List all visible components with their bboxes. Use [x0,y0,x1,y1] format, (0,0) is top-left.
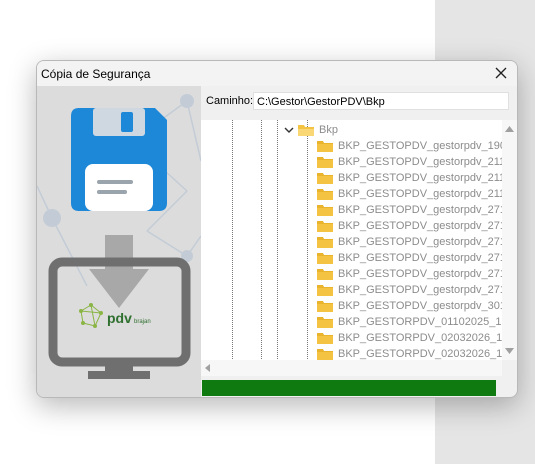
title-bar: Cópia de Segurança [37,61,517,86]
folder-icon [317,188,333,200]
network-node [43,209,61,227]
close-button[interactable] [491,63,511,83]
tree-item[interactable]: BKP_GESTOPDV_gestorpdv_2711 [317,202,511,218]
tree-item[interactable]: BKP_GESTOPDV_gestorpdv_2711 [317,282,511,298]
backup-illustration: pdv brajan [37,94,202,379]
path-field[interactable]: C:\Gestor\GestorPDV\Bkp [253,92,509,110]
logo-subtext: brajan [134,319,151,325]
tree-item-label: BKP_GESTOPDV_gestorpdv_2711 [338,236,512,248]
tree-item[interactable]: BKP_GESTOPDV_gestorpdv_2111 [317,154,510,170]
tree-item[interactable]: BKP_GESTOPDV_gestorpdv_2711 [317,266,511,282]
folder-open-icon [298,124,314,136]
folder-icon [317,140,333,152]
close-icon [495,67,507,79]
tree-item[interactable]: BKP_GESTOPDV_gestorpdv_3010 [317,298,512,314]
path-label: Caminho: [206,95,254,107]
tree-item[interactable]: BKP_GESTOPDV_gestorpdv_1909 [317,138,512,154]
tree-item-label: BKP_GESTOPDV_gestorpdv_2711 [338,252,512,264]
tree-item[interactable]: BKP_GESTOPDV_gestorpdv_2711 [317,250,511,266]
folder-icon [317,220,333,232]
tree-item-label: BKP_GESTOPDV_gestorpdv_2711 [338,268,512,280]
dialog-title: Cópia de Segurança [41,67,151,81]
tree-item-label: BKP_GESTOPDV_gestorpdv_1909 [338,140,513,152]
tree-item-label: BKP_GESTORPDV_02032026_103 [338,332,515,344]
pdv-logo: pdv brajan [79,303,151,328]
tree-item[interactable]: BKP_GESTORPDV_01102025_153 [317,314,514,330]
tree-item-label: BKP_GESTOPDV_gestorpdv_2111 [338,156,511,168]
tree-item[interactable]: BKP_GESTORPDV_02032026_145 [317,346,515,360]
floppy-disk-icon [71,108,167,211]
folder-icon [317,252,333,264]
backup-progress-bar [202,380,496,396]
tree-guide-line [261,120,262,360]
tree-item[interactable]: BKP_GESTOPDV_gestorpdv_2111 [317,186,510,202]
tree-item-label: BKP_GESTOPDV_gestorpdv_2711 [338,204,512,216]
folder-icon [317,172,333,184]
folder-icon [317,284,333,296]
folder-icon [317,300,333,312]
tree-item[interactable]: BKP_GESTOPDV_gestorpdv_2711 [317,234,511,250]
tree-item-label: BKP_GESTOPDV_gestorpdv_2711 [338,284,512,296]
folder-icon [317,268,333,280]
folder-icon [317,204,333,216]
scroll-down-arrow-icon[interactable] [505,348,514,354]
tree-item-label: BKP_GESTOPDV_gestorpdv_2111 [338,188,511,200]
tree-item-label: BKP_GESTOPDV_gestorpdv_2711 [338,220,512,232]
tree-item-label: BKP_GESTOPDV_gestorpdv_2111 [338,172,511,184]
tree-item-label: BKP_GESTORPDV_02032026_145 [338,348,515,360]
vertical-scrollbar[interactable] [502,120,517,360]
horizontal-scrollbar[interactable] [201,360,502,376]
folder-icon [317,316,333,328]
folder-icon [317,236,333,248]
tree-item[interactable]: BKP_GESTORPDV_02032026_103 [317,330,515,346]
tree-item[interactable]: BKP_GESTOPDV_gestorpdv_2111 [317,170,510,186]
folder-icon [317,156,333,168]
scroll-left-arrow-icon[interactable] [205,364,210,372]
illustration-panel: pdv brajan [37,86,202,397]
backup-dialog: Cópia de Segurança pdv brajan Caminho: C… [36,60,518,398]
network-node [180,94,194,108]
folder-icon [317,348,333,360]
tree-node-label: Bkp [319,124,338,136]
tree-item[interactable]: BKP_GESTOPDV_gestorpdv_2711 [317,218,511,234]
tree-node-root[interactable]: Bkp [283,122,338,138]
progress-fill [202,380,496,396]
folder-tree[interactable]: Bkp BKP_GESTOPDV_gestorpdv_1909 BKP_GESTO… [201,120,517,360]
folder-icon [317,332,333,344]
tree-guide-line [277,120,278,360]
chevron-down-icon[interactable] [283,124,295,136]
scroll-up-arrow-icon[interactable] [505,126,514,132]
logo-text: pdv [107,310,132,326]
tree-guide-line [232,120,233,360]
tree-guide-line [307,120,308,360]
tree-item-label: BKP_GESTOPDV_gestorpdv_3010 [338,300,513,312]
tree-item-label: BKP_GESTORPDV_01102025_153 [338,316,514,328]
arrow-down-icon [89,235,149,308]
